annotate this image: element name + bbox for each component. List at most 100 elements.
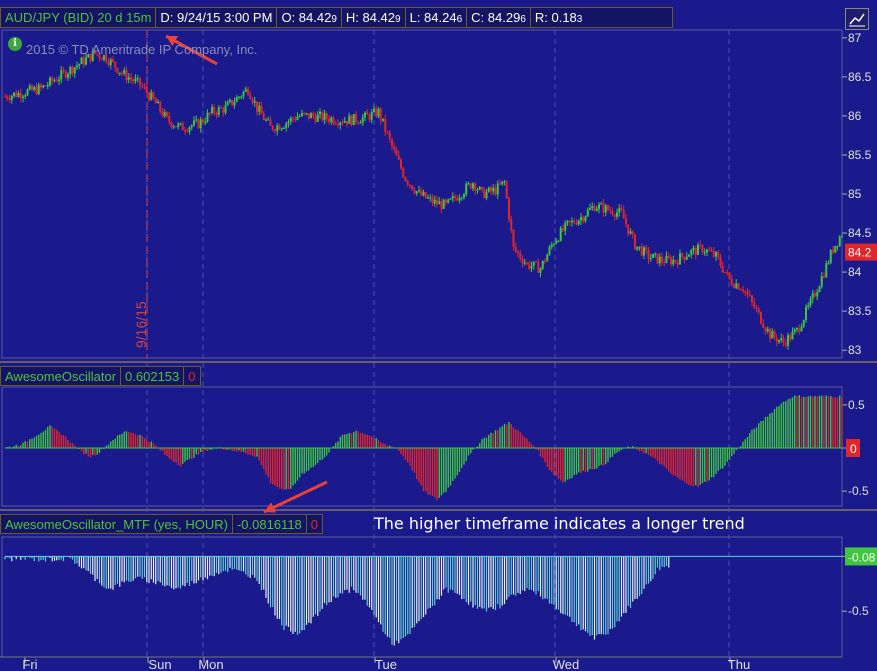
- candle-body: [35, 87, 38, 95]
- candle-body: [8, 98, 11, 101]
- candle-body: [676, 261, 679, 265]
- close-frac: 6: [520, 14, 526, 25]
- candle-body: [492, 187, 495, 192]
- candle-body: [159, 101, 162, 112]
- candle-body: [683, 256, 686, 260]
- candle-body: [364, 112, 366, 118]
- candle-body: [449, 198, 452, 200]
- candle-body: [55, 80, 58, 82]
- candle-body: [17, 92, 20, 97]
- candle-body: [670, 257, 672, 265]
- symbol-label[interactable]: AUD/JPY (BID) 20 d 15m: [0, 7, 157, 28]
- study2-name[interactable]: AwesomeOscillator_MTF (yes, HOUR): [0, 514, 233, 534]
- candle-body: [832, 249, 834, 253]
- x-tick-label: Fri: [22, 657, 37, 671]
- candle-body: [834, 245, 837, 253]
- candle-body: [838, 236, 841, 246]
- candle-body: [438, 201, 441, 205]
- candle-body: [458, 198, 461, 201]
- chart-style-button[interactable]: [845, 8, 869, 30]
- candle-body: [193, 120, 195, 126]
- candle-body: [535, 261, 537, 263]
- candle-body: [301, 112, 303, 116]
- candle-body: [188, 127, 191, 132]
- candle-body: [287, 121, 290, 124]
- candle-body: [406, 181, 409, 185]
- candle-body: [717, 252, 720, 258]
- candle-body: [28, 85, 31, 90]
- candle-body: [190, 125, 193, 128]
- candle-body: [361, 117, 364, 123]
- candle-body: [823, 276, 825, 278]
- candle-body: [782, 338, 785, 343]
- ao-badge-text: 0: [850, 442, 857, 456]
- low-text: L: 84.24: [409, 10, 457, 25]
- chart-canvas[interactable]: Fri Sun Mon Tue Wed Thu 87 86.5 86 85.5 85 84.5 84 83…: [0, 0, 877, 671]
- candle-body: [499, 183, 501, 185]
- symbol-text: AUD/JPY (BID) 20 d 15m: [5, 10, 152, 25]
- candle-body: [154, 98, 157, 104]
- candle-body: [395, 149, 398, 156]
- candle-body: [638, 246, 641, 248]
- candle-body: [487, 187, 490, 192]
- price-tick-label: 83: [848, 343, 862, 357]
- candle-body: [431, 197, 434, 204]
- candle-body: [379, 108, 382, 121]
- candle-body: [643, 247, 645, 256]
- candle-body: [269, 119, 272, 126]
- candle-body: [37, 84, 40, 95]
- candle-body: [418, 190, 420, 192]
- candle-body: [514, 246, 517, 252]
- candle-body: [71, 66, 74, 74]
- candle-body: [798, 327, 801, 332]
- candle-body: [298, 115, 301, 117]
- candle-body: [550, 244, 553, 248]
- candle-body: [712, 250, 715, 257]
- candle-body: [172, 126, 175, 128]
- candle-body: [100, 57, 103, 60]
- candle-body: [323, 113, 326, 121]
- candle-body: [319, 111, 321, 115]
- low-frac: 6: [456, 14, 463, 25]
- candle-body: [690, 249, 693, 255]
- candle-body: [460, 197, 463, 199]
- candle-body: [728, 272, 731, 279]
- candle-body: [688, 254, 690, 257]
- candle-body: [67, 74, 69, 78]
- mtf-badge-text: -0.08: [848, 550, 876, 564]
- candle-body: [130, 77, 132, 80]
- candle-body: [256, 101, 258, 112]
- candle-body: [357, 122, 360, 124]
- candle-body: [679, 253, 681, 265]
- candle-body: [697, 244, 699, 255]
- candle-body: [573, 220, 576, 223]
- candle-body: [19, 92, 22, 98]
- candle-body: [530, 265, 533, 269]
- candle-body: [195, 119, 198, 121]
- candle-body: [663, 262, 666, 264]
- candle-body: [778, 339, 780, 342]
- info-icon[interactable]: i: [8, 37, 22, 51]
- candle-body: [616, 212, 618, 217]
- candle-body: [258, 105, 261, 112]
- candle-body: [814, 293, 816, 297]
- x-tick-label: Wed: [553, 657, 580, 671]
- study1-name[interactable]: AwesomeOscillator: [0, 366, 122, 386]
- candle-body: [337, 123, 339, 126]
- candle-body: [397, 155, 400, 160]
- candle-body: [235, 97, 238, 102]
- study1-header: AwesomeOscillator 0.602153 0: [0, 366, 201, 386]
- copyright-text: 2015 © TD Ameritrade IP Company, Inc.: [26, 42, 258, 57]
- candle-body: [469, 183, 472, 189]
- candle-body: [629, 231, 632, 234]
- candle-body: [13, 92, 15, 96]
- candle-body: [206, 112, 209, 122]
- candle-body: [343, 120, 346, 123]
- candle-body: [501, 181, 504, 185]
- candle-body: [710, 250, 713, 252]
- candle-body: [701, 245, 704, 253]
- candle-body: [476, 189, 479, 191]
- study1-value: 0.602153: [121, 366, 185, 386]
- candle-body: [303, 112, 306, 114]
- candle-body: [519, 253, 522, 259]
